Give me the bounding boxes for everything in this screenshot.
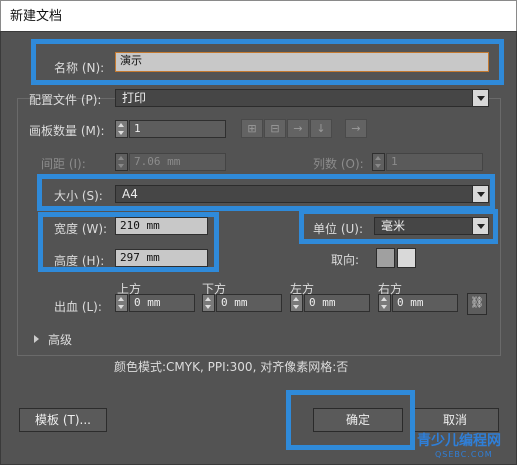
bleed-top-stepper[interactable] xyxy=(115,294,128,312)
dimensions-highlight-box xyxy=(38,212,219,272)
arrange-by-row-icon[interactable]: → xyxy=(287,119,309,138)
bleed-top-input[interactable]: 0 mm xyxy=(129,294,195,312)
bleed-left-stepper[interactable] xyxy=(290,294,303,312)
grid-by-row-icon[interactable]: ⊞ xyxy=(241,119,263,138)
right-to-left-icon[interactable]: → xyxy=(345,119,367,138)
watermark-text: 青少儿编程网 xyxy=(417,433,501,449)
landscape-orientation-icon[interactable] xyxy=(397,248,416,268)
artboard-count-stepper[interactable] xyxy=(115,120,128,138)
bleed-bottom-stepper[interactable] xyxy=(202,294,215,312)
columns-stepper[interactable] xyxy=(372,153,385,171)
templates-button[interactable]: 模板 (T)... xyxy=(19,408,107,432)
window-title: 新建文档 xyxy=(0,0,517,31)
spacing-stepper[interactable] xyxy=(115,153,128,171)
document-summary: 颜色模式:CMYK, PPI:300, 对齐像素网格:否 xyxy=(114,360,349,374)
ok-highlight-box xyxy=(286,390,415,450)
orientation-label: 取向: xyxy=(331,253,360,267)
profile-value: 打印 xyxy=(122,91,147,105)
bleed-right-input[interactable]: 0 mm xyxy=(392,294,458,312)
columns-input[interactable]: 1 xyxy=(386,153,483,171)
spacing-input[interactable]: 7.06 mm xyxy=(129,153,226,171)
bleed-bottom-input[interactable]: 0 mm xyxy=(216,294,282,312)
expand-triangle-icon[interactable] xyxy=(34,335,39,343)
cancel-button[interactable]: 取消 xyxy=(411,408,499,432)
chevron-down-icon xyxy=(472,90,488,106)
units-highlight-box xyxy=(299,209,498,244)
spacing-label: 间距 (I): xyxy=(41,157,86,171)
bleed-label: 出血 (L): xyxy=(54,300,102,314)
bleed-left-input[interactable]: 0 mm xyxy=(304,294,370,312)
artboard-count-input[interactable]: 1 xyxy=(129,120,226,138)
grid-by-column-icon[interactable]: ⊟ xyxy=(264,119,286,138)
bleed-right-stepper[interactable] xyxy=(378,294,391,312)
profile-label: 配置文件 (P): xyxy=(29,93,102,107)
watermark-url: QSEBC.COM xyxy=(435,450,493,459)
profile-select[interactable]: 打印 xyxy=(115,89,489,107)
name-highlight-box xyxy=(31,39,504,85)
portrait-orientation-icon[interactable] xyxy=(376,248,395,268)
link-icon[interactable]: ⛓ xyxy=(467,293,487,315)
artboard-count-label: 画板数量 (M): xyxy=(29,124,105,138)
columns-label: 列数 (O): xyxy=(313,157,364,171)
advanced-toggle[interactable]: 高级 xyxy=(48,331,72,348)
arrange-by-column-icon[interactable]: ↓ xyxy=(310,119,332,138)
size-highlight-box xyxy=(37,174,495,211)
